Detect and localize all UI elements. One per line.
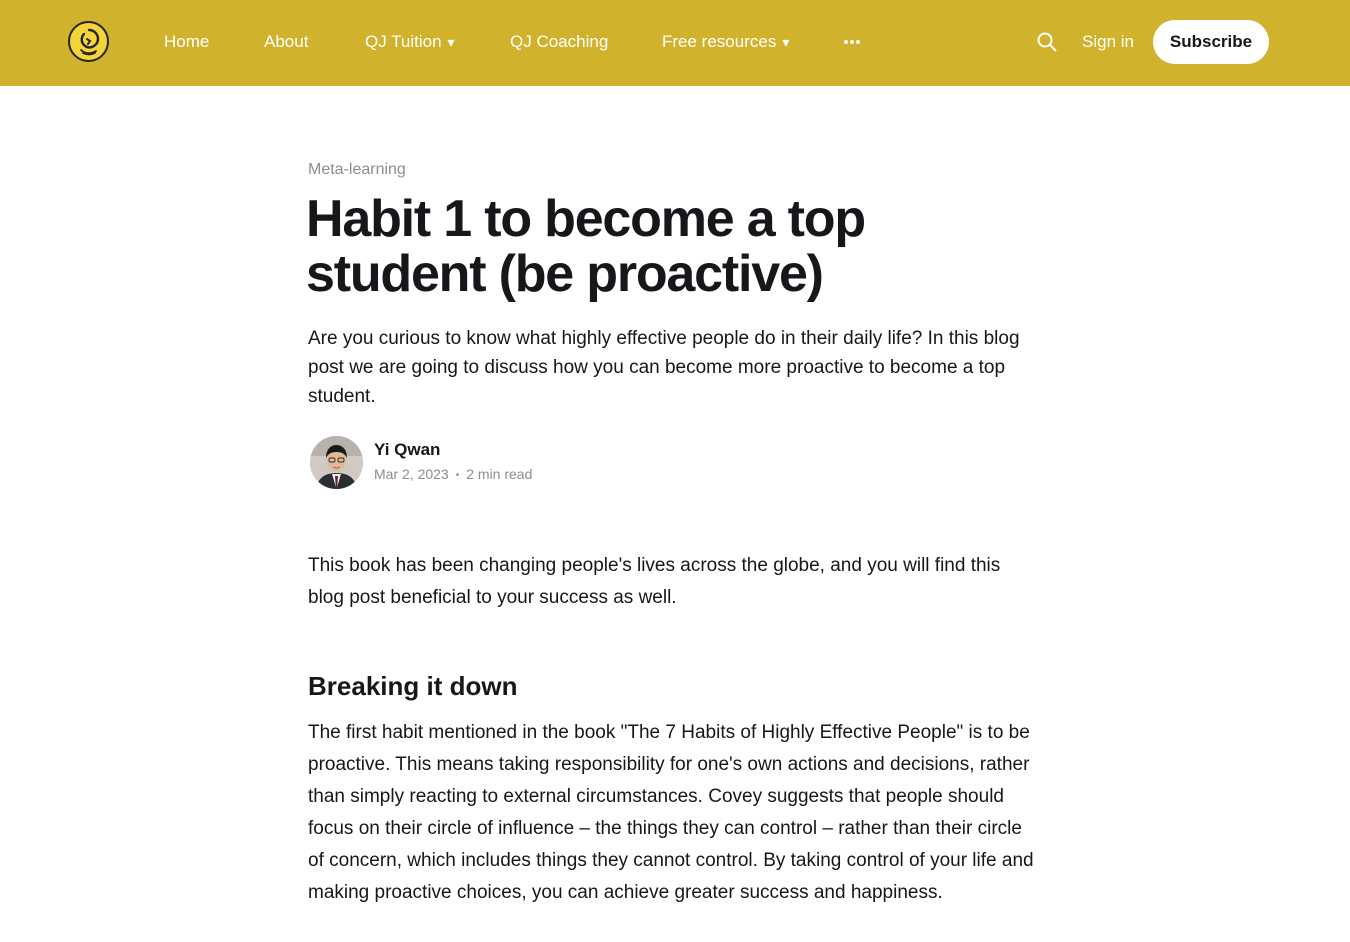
author-photo	[310, 436, 363, 489]
article-tag[interactable]: Meta-learning	[308, 160, 406, 180]
sign-in-link[interactable]: Sign in	[1082, 31, 1134, 53]
chevron-down-icon: ▾	[782, 34, 790, 50]
article-title: Habit 1 to become a top student (be proa…	[306, 190, 866, 303]
chevron-down-icon: ▾	[447, 34, 455, 50]
ellipsis-icon[interactable]	[843, 37, 861, 47]
logo-emblem-icon	[79, 28, 99, 55]
nav-free-resources[interactable]: Free resources ▾	[662, 31, 789, 53]
section-heading: Breaking it down	[308, 671, 518, 701]
search-icon[interactable]	[1036, 31, 1058, 53]
publish-date: Mar 2, 2023	[374, 466, 449, 482]
article-excerpt: Are you curious to know what highly effe…	[308, 328, 1020, 407]
author-avatar[interactable]	[310, 436, 363, 489]
body-intro: This book has been changing people's liv…	[308, 555, 1001, 608]
nav-about[interactable]: About	[264, 31, 308, 53]
nav-qj-tuition-label: QJ Tuition	[365, 32, 442, 51]
author-name[interactable]: Yi Qwan	[374, 440, 440, 460]
nav-qj-coaching[interactable]: QJ Coaching	[510, 31, 608, 53]
body-paragraph: The first habit mentioned in the book "T…	[308, 722, 1034, 903]
read-time: 2 min read	[466, 466, 533, 482]
nav-qj-coaching-label: QJ Coaching	[510, 32, 609, 51]
subscribe-button[interactable]: Subscribe	[1153, 20, 1269, 64]
nav-home[interactable]: Home	[164, 31, 209, 53]
author-meta: Mar 2, 2023 • 2 min read	[374, 465, 532, 486]
nav-free-resources-label: Free resources	[662, 32, 777, 51]
nav-qj-tuition[interactable]: QJ Tuition ▾	[365, 31, 455, 53]
site-header: Home About QJ Tuition ▾ QJ Coaching Free …	[0, 0, 1350, 86]
nav-home-label: Home	[164, 32, 210, 51]
site-logo[interactable]	[68, 21, 109, 62]
nav-about-label: About	[264, 32, 309, 51]
separator-dot: •	[455, 470, 460, 481]
